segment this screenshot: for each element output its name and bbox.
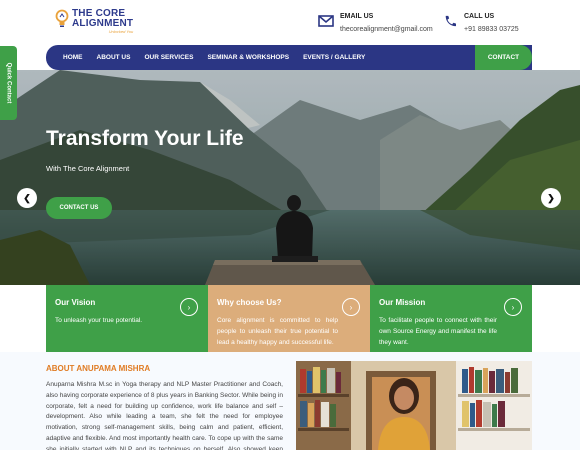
nav-seminar-workshops[interactable]: SEMINAR & WORKSHOPS: [207, 54, 289, 61]
site-logo[interactable]: THE CORE ALIGNMENT Unlocked You: [55, 9, 133, 34]
contact-us-button[interactable]: CONTACT US: [46, 197, 112, 219]
about-text: Anuparna Mishra M.sc in Yoga therapy and…: [46, 381, 283, 450]
nav-home[interactable]: HOME: [63, 54, 83, 61]
page: THE CORE ALIGNMENT Unlocked You EMAIL US…: [0, 0, 580, 450]
hero-subtitle: With The Core Alignment: [46, 164, 130, 173]
site-header: THE CORE ALIGNMENT Unlocked You EMAIL US…: [0, 0, 580, 44]
hero-title: Transform Your Life: [46, 127, 244, 150]
feature-text: To facilitate people to connect with the…: [379, 317, 497, 346]
main-nav: HOME ABOUT US OUR SERVICES SEMINAR & WOR…: [46, 45, 532, 70]
chevron-right-icon[interactable]: ›: [504, 298, 522, 316]
feature-our-mission: Our Mission To facilitate people to conn…: [370, 285, 532, 352]
phone-icon: [445, 15, 456, 27]
quick-contact-tab[interactable]: Quick Contact: [0, 46, 17, 120]
slider-prev-arrow-icon[interactable]: ❮: [17, 188, 37, 208]
call-value[interactable]: +91 89833 03725: [464, 25, 519, 34]
logo-line-2: ALIGNMENT: [72, 18, 134, 29]
feature-title: Our Mission: [379, 298, 426, 307]
about-title: ABOUT ANUPAMA MISHRA: [46, 364, 151, 373]
logo-tagline: Unlocked You: [108, 29, 134, 34]
nav-events-gallery[interactable]: EVENTS / GALLERY: [303, 54, 365, 61]
portrait-image: [296, 361, 532, 450]
feature-title: Our Vision: [55, 298, 96, 307]
envelope-icon: [318, 15, 334, 27]
chevron-right-icon[interactable]: ›: [342, 298, 360, 316]
nav-our-services[interactable]: OUR SERVICES: [144, 54, 193, 61]
call-contact[interactable]: CALL US +91 89833 03725: [442, 12, 519, 34]
lightbulb-icon: [55, 9, 69, 27]
chevron-right-icon[interactable]: ›: [180, 298, 198, 316]
feature-text: Core alignment is committed to help peop…: [217, 317, 338, 346]
slider-next-arrow-icon[interactable]: ❯: [541, 188, 561, 208]
quick-contact-label: Quick Contact: [5, 62, 12, 104]
nav-contact[interactable]: CONTACT: [475, 45, 532, 70]
email-contact[interactable]: EMAIL US thecorealignment@gmail.com: [318, 12, 433, 34]
feature-title: Why choose Us?: [217, 298, 282, 307]
feature-text: To unleash your true potential.: [55, 317, 143, 324]
nav-about-us[interactable]: ABOUT US: [97, 54, 131, 61]
hero-background-image: [0, 70, 580, 285]
hero-banner: Transform Your Life With The Core Alignm…: [0, 70, 580, 285]
email-value[interactable]: thecorealignment@gmail.com: [340, 25, 433, 34]
about-photo: [296, 361, 532, 450]
feature-why-choose-us: Why choose Us? Core alignment is committ…: [208, 285, 370, 352]
feature-our-vision: Our Vision To unleash your true potentia…: [46, 285, 209, 352]
call-label: CALL US: [464, 13, 495, 20]
email-label: EMAIL US: [340, 13, 374, 20]
